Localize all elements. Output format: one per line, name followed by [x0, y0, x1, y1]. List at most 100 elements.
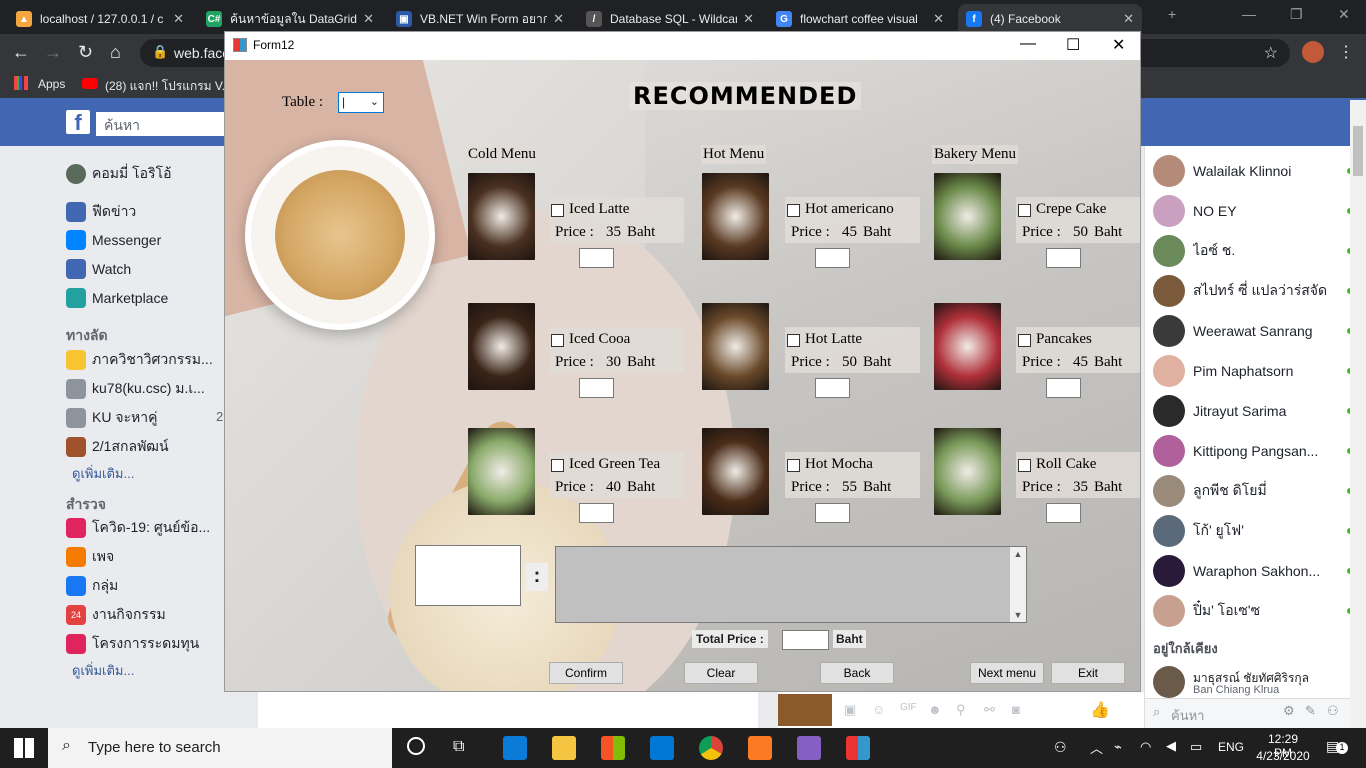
language-indicator[interactable]: ENG [1218, 740, 1244, 754]
file-explorer-icon[interactable] [552, 736, 576, 760]
xampp-icon[interactable] [748, 736, 772, 760]
browser-menu-icon[interactable]: ⋮ [1338, 42, 1354, 62]
menu-item-checkbox[interactable] [787, 334, 800, 347]
menu-item-quantity-input[interactable] [815, 378, 850, 398]
window-restore-icon[interactable]: ❐ [1290, 6, 1303, 23]
attach-icon[interactable]: ⚯ [984, 702, 995, 718]
contact-item[interactable]: Waraphon Sakhon... [1153, 555, 1353, 587]
sidebar-item[interactable]: ภาควิชาวิศวกรรม... [66, 349, 213, 371]
sidebar-item[interactable]: ฟีดข่าว [66, 201, 136, 223]
tab-close-icon[interactable]: ✕ [173, 11, 184, 27]
network-icon[interactable]: ⌁ [1114, 739, 1122, 755]
like-thumb-icon[interactable]: 👍 [1090, 700, 1110, 720]
menu-item-checkbox[interactable] [551, 334, 564, 347]
browser-tab[interactable]: Gflowchart coffee visual ✕ [768, 4, 952, 34]
contact-item[interactable]: ปิ๋ม' โอเซ'ซ [1153, 595, 1353, 627]
see-more-shortcuts-link[interactable]: ดูเพิ่มเติม... [72, 463, 134, 484]
order-summary-textbox[interactable]: ▲ ▼ [555, 546, 1027, 623]
photo-icon[interactable]: ▣ [844, 702, 856, 718]
menu-item-checkbox[interactable] [551, 459, 564, 472]
contact-item[interactable]: NO EY [1153, 195, 1353, 227]
new-tab-button[interactable]: + [1168, 6, 1176, 22]
menu-item-quantity-input[interactable] [815, 503, 850, 523]
keyboard-icon[interactable]: ▭ [1190, 739, 1202, 755]
exit-button[interactable]: Exit [1051, 662, 1125, 684]
sidebar-item[interactable]: กลุ่ม [66, 575, 118, 597]
edge-icon[interactable] [503, 736, 527, 760]
back-arrow-icon[interactable]: ← [12, 42, 30, 63]
profile-link[interactable]: คอมมี่ โอริโอ้ [66, 163, 172, 185]
form-maximize-icon[interactable]: ☐ [1066, 35, 1080, 55]
sticker-icon[interactable]: ☺ [872, 702, 885, 717]
contact-item[interactable]: Pim Naphatsorn [1153, 355, 1353, 387]
table-select[interactable]: | ⌄ [338, 92, 384, 113]
next-menu-button[interactable]: Next menu [970, 662, 1044, 684]
contact-item[interactable]: ไอซ์ ช. [1153, 235, 1353, 267]
group-chat-icon[interactable]: ⚇ [1327, 703, 1339, 719]
order-summary-scrollbar[interactable]: ▲ ▼ [1010, 547, 1026, 622]
sidebar-item[interactable]: 24 งานกิจกรรม [66, 604, 166, 626]
menu-item-quantity-input[interactable] [579, 248, 614, 268]
link-icon[interactable]: ⚲ [956, 702, 966, 718]
cortana-icon[interactable] [407, 737, 425, 755]
menu-item-quantity-input[interactable] [1046, 378, 1081, 398]
total-price-field[interactable] [782, 630, 829, 650]
menu-item-checkbox[interactable] [787, 204, 800, 217]
sidebar-item[interactable]: Marketplace [66, 288, 168, 308]
form-close-icon[interactable]: ✕ [1112, 35, 1125, 55]
browser-tab[interactable]: / Database SQL - Wildcar ✕ [578, 4, 762, 34]
contact-item[interactable]: Kittipong Pangsan... [1153, 435, 1353, 467]
sidebar-item[interactable]: โครงการระดมทุน [66, 633, 199, 655]
volume-icon[interactable]: ◀ [1166, 738, 1176, 754]
sidebar-item[interactable]: เพจ [66, 546, 114, 568]
menu-item-quantity-input[interactable] [579, 503, 614, 523]
windows-start-icon[interactable] [14, 738, 34, 758]
chat-search-bar[interactable]: ⌕ ค้นหา ⚙ ✎ ⚇ [1145, 698, 1366, 728]
tab-close-icon[interactable]: ✕ [363, 11, 374, 27]
wifi-icon[interactable]: ◠ [1140, 739, 1151, 755]
camera-icon[interactable]: ◙ [1012, 702, 1020, 717]
scroll-down-icon[interactable]: ▼ [1010, 610, 1026, 620]
browser-tab[interactable]: f (4) Facebook ✕ [958, 4, 1142, 34]
window-minimize-icon[interactable]: — [1242, 6, 1256, 22]
contact-item[interactable]: Walailak Klinnoi [1153, 155, 1353, 187]
menu-item-checkbox[interactable] [1018, 204, 1031, 217]
forward-arrow-icon[interactable]: → [44, 42, 62, 63]
menu-item-quantity-input[interactable] [579, 378, 614, 398]
clock-date[interactable]: 4/23/2020 [1254, 749, 1312, 763]
contact-item[interactable]: Jitrayut Sarima [1153, 395, 1353, 427]
menu-item-quantity-input[interactable] [815, 248, 850, 268]
facebook-search-input[interactable]: ค้นหา [96, 112, 236, 136]
sidebar-item[interactable]: โควิด-19: ศูนย์ข้อ... [66, 517, 210, 539]
emoji-icon[interactable]: ☻ [928, 702, 942, 717]
menu-item-checkbox[interactable] [1018, 334, 1031, 347]
menu-item-checkbox[interactable] [787, 459, 800, 472]
menu-item-quantity-input[interactable] [1046, 503, 1081, 523]
sidebar-item[interactable]: Messenger [66, 230, 161, 250]
bookmark-apps[interactable]: Apps [38, 77, 65, 91]
tab-close-icon[interactable]: ✕ [1123, 11, 1134, 27]
taskbar-search-box[interactable]: ⌕ Type here to search [48, 728, 392, 768]
chevron-up-icon[interactable]: ︿ [1090, 738, 1103, 757]
clear-button[interactable]: Clear [684, 662, 758, 684]
browser-tab[interactable]: ▣ VB.NET Win Form อยากใ ✕ [388, 4, 572, 34]
contact-item[interactable]: สไปทร์ ซี่ แปลว่าร่สจัด [1153, 275, 1353, 307]
bookmark-star-icon[interactable]: ☆ [1264, 43, 1278, 63]
scroll-up-icon[interactable]: ▲ [1010, 547, 1026, 559]
contact-item[interactable]: โก้' ยูโฟ' [1153, 515, 1353, 547]
back-button[interactable]: Back [820, 662, 894, 684]
scrollbar-thumb[interactable] [1353, 126, 1363, 176]
browser-tab[interactable]: C# ค้นหาข้อมูลใน DataGridvi ✕ [198, 4, 382, 34]
sidebar-item[interactable]: ku78(ku.csc) ม.เ... [66, 378, 205, 400]
window-close-icon[interactable]: ✕ [1338, 6, 1350, 23]
bookmark-youtube[interactable]: (28) แจก!! โปรแกรม V... [105, 77, 232, 96]
gif-icon[interactable]: GIF [900, 702, 917, 713]
tab-close-icon[interactable]: ✕ [743, 11, 754, 27]
menu-item-quantity-input[interactable] [1046, 248, 1081, 268]
compose-icon[interactable]: ✎ [1305, 703, 1316, 719]
tab-close-icon[interactable]: ✕ [553, 11, 564, 27]
menu-item-checkbox[interactable] [1018, 459, 1031, 472]
settings-gear-icon[interactable]: ⚙ [1283, 703, 1295, 719]
store-icon[interactable] [601, 736, 625, 760]
chrome-icon[interactable] [699, 736, 723, 760]
